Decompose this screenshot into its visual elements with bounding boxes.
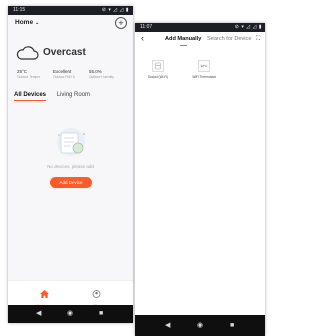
status-icons: ⊘ ▾ ◿ ◿ ▮ bbox=[101, 7, 129, 13]
device-tile-thermostat[interactable]: 22°C WiFi Thermostat bbox=[189, 60, 219, 80]
stat-value: 25°C bbox=[17, 69, 28, 74]
recents-nav-icon[interactable]: ■ bbox=[230, 320, 234, 332]
weather-stat-humidity: 55.0% Outdoor Humidity bbox=[89, 69, 123, 79]
home-nav-icon[interactable]: ◉ bbox=[67, 308, 73, 320]
device-name: Socket (Wi-Fi) bbox=[147, 75, 169, 79]
tab-search-for-device[interactable]: Search for Device bbox=[207, 36, 251, 42]
system-navigation-bar: ◀ ◉ ■ bbox=[8, 305, 133, 323]
back-arrow-icon[interactable]: ‹ bbox=[141, 33, 144, 43]
thermostat-display: 22°C bbox=[200, 64, 208, 68]
thermostat-icon: 22°C bbox=[198, 60, 210, 72]
empty-devices-illustration bbox=[57, 128, 86, 156]
status-time: 11:07 bbox=[140, 24, 153, 30]
weather-stat-temperature: 25°C Outdoor Temper. bbox=[17, 69, 51, 79]
phone-screen-add-device: 11:07 ⊘ ▾ ◿ ◿ ▮ ‹ Add Manually Search fo… bbox=[135, 23, 265, 336]
home-icon bbox=[39, 290, 49, 298]
home-title: Home bbox=[15, 19, 34, 26]
stat-value: 55.0% bbox=[89, 69, 102, 74]
stat-label: Outdoor Temper. bbox=[17, 75, 41, 79]
device-name: WiFi Thermostat bbox=[192, 75, 216, 79]
back-nav-icon[interactable]: ◀ bbox=[165, 320, 170, 332]
scan-icon[interactable]: ⛶ bbox=[256, 36, 260, 43]
chevron-down-icon: ⌄ bbox=[35, 20, 40, 26]
weather-condition: Overcast bbox=[43, 47, 86, 58]
phone-screen-home: 11:15 ⊘ ▾ ◿ ◿ ▮ Home ⌄ + Overcast 25°C Ou… bbox=[8, 6, 133, 323]
add-device-header: ‹ Add Manually Search for Device ⛶ bbox=[135, 32, 265, 48]
cloud-icon bbox=[16, 46, 39, 60]
status-bar: 11:15 ⊘ ▾ ◿ ◿ ▮ bbox=[8, 6, 133, 15]
status-icons: ⊘ ▾ ◿ ◿ ▮ bbox=[234, 24, 262, 30]
tab-all-devices[interactable]: All Devices bbox=[14, 92, 46, 98]
room-tabs: All Devices Living Room bbox=[14, 92, 99, 98]
stat-label: Outdoor Humidity bbox=[89, 75, 114, 79]
socket-icon bbox=[152, 60, 164, 72]
add-device-button[interactable]: Add Device bbox=[50, 177, 92, 188]
device-tile-socket[interactable]: Socket (Wi-Fi) bbox=[143, 60, 173, 80]
empty-state-message: No devices, please add bbox=[47, 164, 94, 169]
profile-icon bbox=[92, 290, 100, 298]
home-nav-icon[interactable]: ◉ bbox=[197, 320, 203, 332]
weather-stat-pm25: Excellent Outdoor PM2.5 bbox=[53, 69, 87, 79]
stat-value: Excellent bbox=[53, 69, 72, 74]
bottom-navigation: My Home Me bbox=[8, 280, 133, 308]
status-bar: 11:07 ⊘ ▾ ◿ ◿ ▮ bbox=[135, 23, 265, 32]
tab-living-room[interactable]: Living Room bbox=[57, 92, 90, 98]
stat-label: Outdoor PM2.5 bbox=[53, 75, 75, 79]
home-selector[interactable]: Home ⌄ bbox=[15, 19, 39, 26]
add-button[interactable]: + bbox=[115, 17, 127, 29]
back-nav-icon[interactable]: ◀ bbox=[36, 308, 41, 320]
status-time: 11:15 bbox=[13, 7, 26, 13]
system-navigation-bar: ◀ ◉ ■ bbox=[135, 315, 265, 336]
tab-add-manually[interactable]: Add Manually bbox=[165, 36, 201, 46]
recents-nav-icon[interactable]: ■ bbox=[99, 308, 103, 320]
